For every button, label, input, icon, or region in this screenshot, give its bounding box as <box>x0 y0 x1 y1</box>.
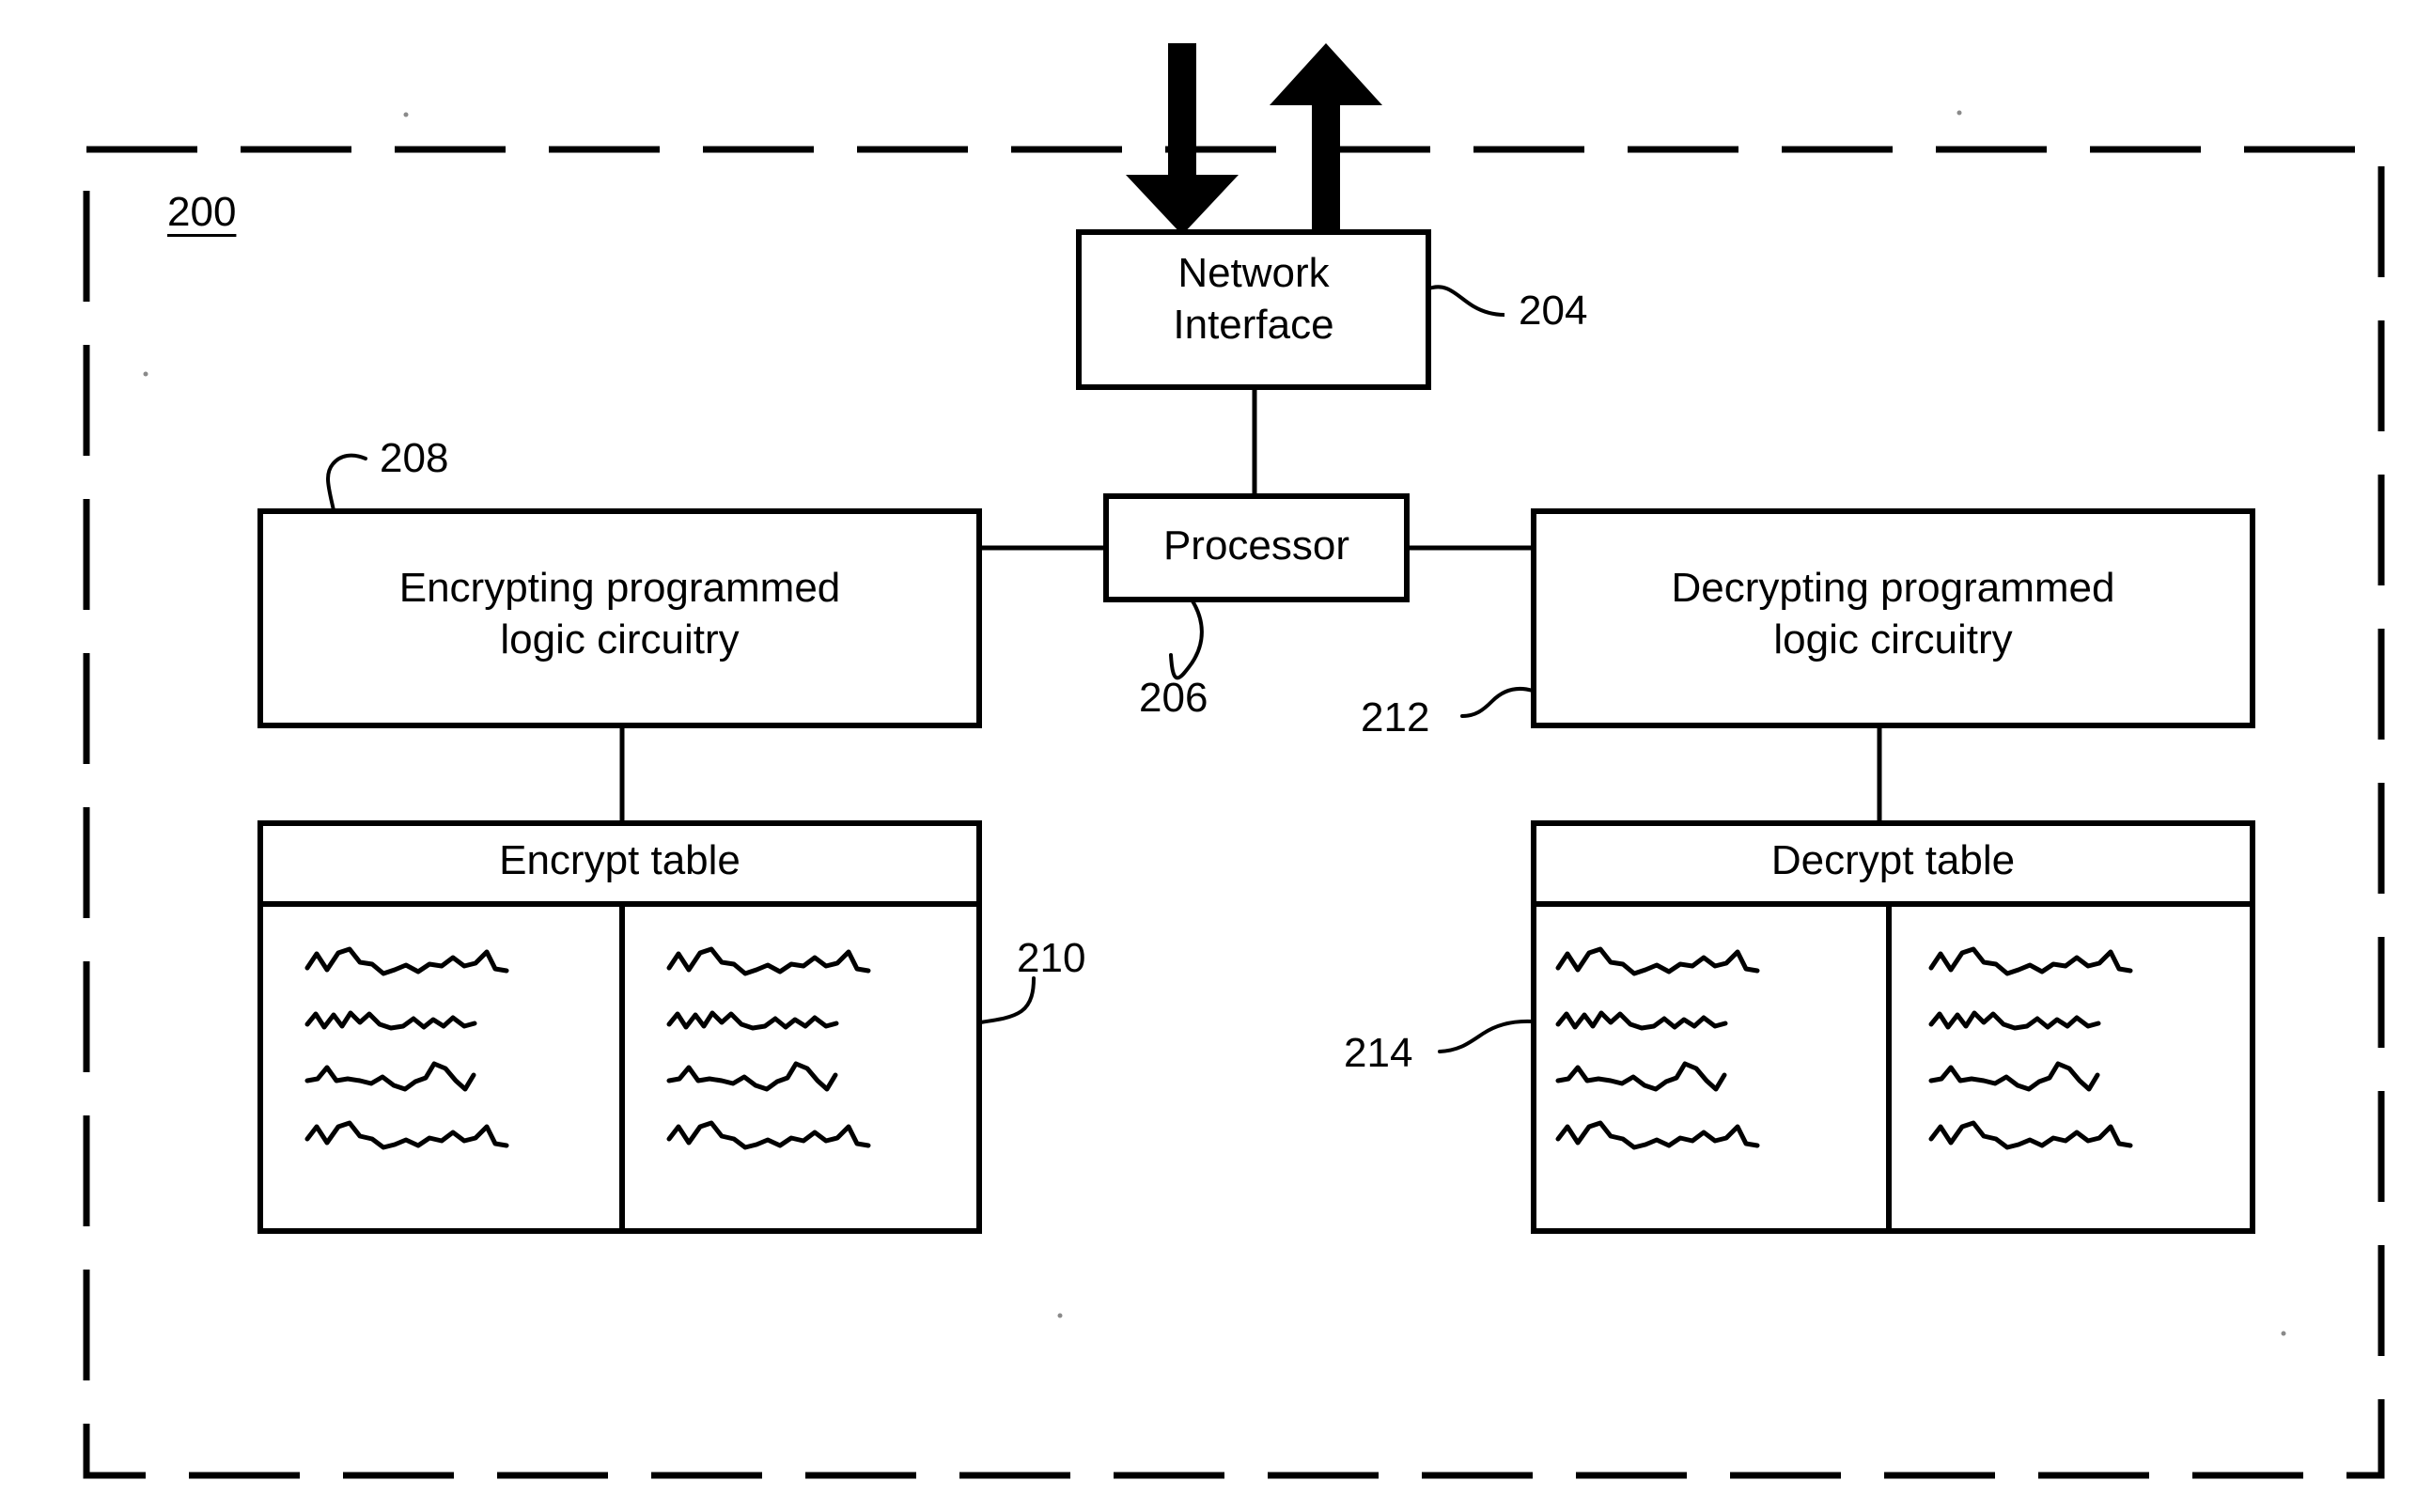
ref-210-label: 210 <box>1017 935 1086 981</box>
ref-204-leader-line <box>1428 285 1505 317</box>
outbound-data-arrow <box>1270 43 1382 235</box>
ref-208-label: 208 <box>380 435 449 481</box>
ref-212-leader-line <box>1460 686 1535 718</box>
ref-212-label: 212 <box>1361 694 1430 740</box>
figure-vector-layer <box>83 43 2385 1479</box>
system-reference-label: 200 <box>167 189 237 235</box>
ref-210-leader-line <box>978 976 1036 1024</box>
encrypting-logic-label-line1: Encrypting programmed <box>398 565 841 611</box>
ref-206-label: 206 <box>1139 675 1208 721</box>
decrypting-logic-label-line1: Decrypting programmed <box>1671 565 2115 611</box>
decrypting-logic-label-line2: logic circuitry <box>1773 616 2013 662</box>
ref-214-label: 214 <box>1344 1030 1413 1076</box>
decrypt-table-label: Decrypt table <box>1770 837 2016 883</box>
network-interface-label-line2: Interface <box>1173 302 1334 348</box>
ref-206-leader-line <box>1169 598 1204 680</box>
inbound-data-arrow <box>1126 43 1239 235</box>
encrypt-table-label: Encrypt table <box>499 837 741 883</box>
ref-208-leader-line <box>326 453 367 512</box>
ref-214-leader-line <box>1438 1019 1535 1053</box>
ref-204-label: 204 <box>1519 288 1588 334</box>
patent-figure-200: 200 Network Interface 204 Processor 206 … <box>0 0 2432 1512</box>
processor-label: Processor <box>1162 522 1350 569</box>
network-interface-label-line1: Network <box>1177 250 1330 296</box>
encrypting-logic-label-line2: logic circuitry <box>500 616 740 662</box>
